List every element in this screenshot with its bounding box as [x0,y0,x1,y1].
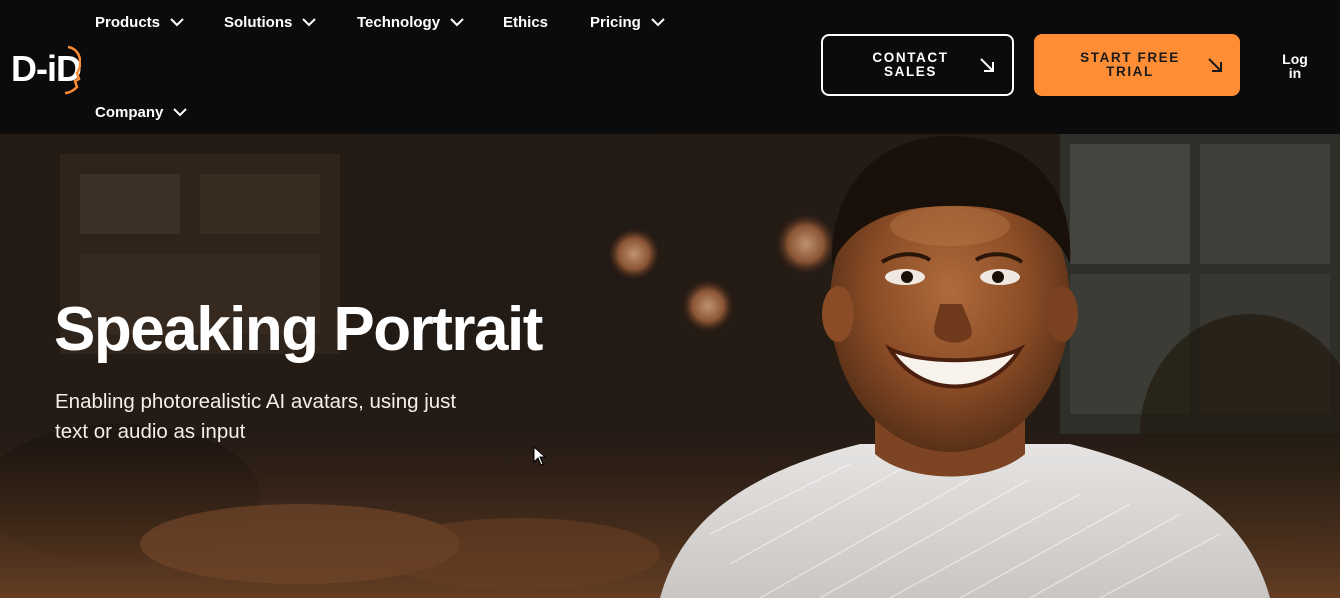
hero-subtitle: Enabling photorealistic AI avatars, usin… [55,390,457,443]
nav-pricing-label: Pricing [590,13,641,31]
chevron-down-icon [173,107,188,116]
avatar-portrait-image [660,136,1270,598]
chevron-down-icon [450,17,464,26]
mouse-cursor-icon [533,446,547,466]
contact-sales-label: CONTACT SALES [872,50,949,79]
chevron-down-icon [170,17,184,26]
start-free-trial-button[interactable]: START FREE TRIAL [1034,34,1240,96]
nav-solutions-label: Solutions [224,13,293,31]
nav-pricing[interactable]: Pricing [590,10,665,34]
nav-products[interactable]: Products [95,10,184,34]
arrow-down-right-icon [1208,58,1222,72]
svg-text:D-iD: D-iD [11,48,81,89]
nav-ethics-label: Ethics [503,13,549,31]
chevron-down-icon [651,17,665,26]
nav-company-label: Company [95,103,164,121]
hero-title: Speaking Portrait [54,295,543,364]
nav-ethics[interactable]: Ethics [503,10,548,34]
nav-solutions[interactable]: Solutions [224,10,317,34]
top-navigation: D-iD Products Solutions Technology Ethic… [0,0,1340,134]
chevron-down-icon [302,17,317,26]
d-id-logo[interactable]: D-iD [11,43,81,95]
nav-products-label: Products [95,13,161,31]
nav-company[interactable]: Company [95,100,188,124]
arrow-down-right-icon [980,58,994,72]
login-link[interactable]: Log in [1280,52,1310,80]
nav-technology-label: Technology [357,13,441,31]
hero-section: Speaking Portrait Enabling photorealisti… [0,134,1340,598]
start-free-trial-label: START FREE TRIAL [1080,50,1180,79]
contact-sales-button[interactable]: CONTACT SALES [821,34,1014,96]
nav-technology[interactable]: Technology [357,10,464,34]
